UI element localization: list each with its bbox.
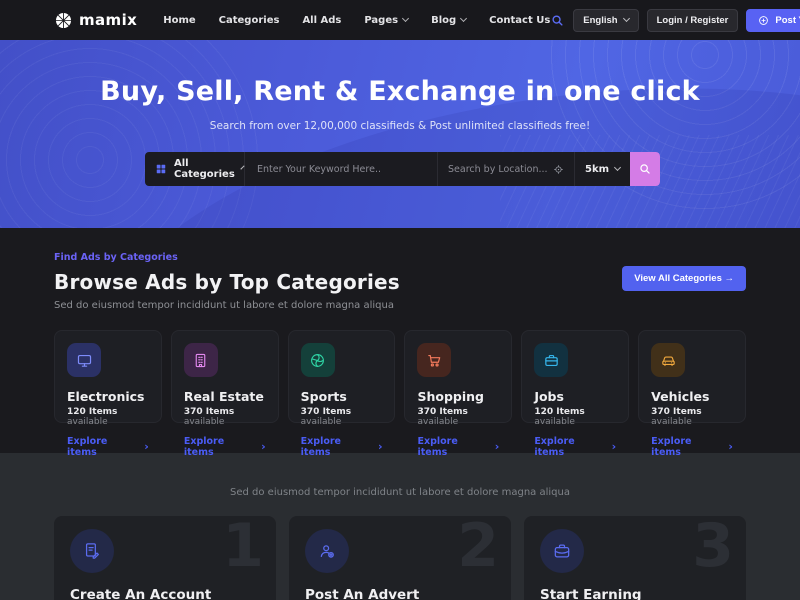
- item-count: 370 Items available: [417, 407, 499, 427]
- steps-row: 1 Create An Account Eiusmod tempor incid…: [54, 516, 746, 600]
- monitor-icon: [67, 343, 101, 377]
- explore-items-link[interactable]: Explore items›: [417, 436, 499, 458]
- chevron-down-icon: [623, 15, 630, 22]
- chevron-down-icon: [460, 15, 467, 22]
- search-submit-button[interactable]: [630, 152, 660, 186]
- explore-items-link[interactable]: Explore items›: [184, 436, 266, 458]
- logo[interactable]: mamix: [54, 11, 137, 30]
- keyword-field-wrap: [245, 152, 437, 186]
- search-icon[interactable]: [550, 13, 565, 28]
- step-title: Start Earning: [540, 587, 730, 600]
- category-card-real-estate[interactable]: Real Estate 370 Items available Explore …: [171, 330, 279, 423]
- briefcase-icon: [534, 343, 568, 377]
- location-field-wrap: [437, 152, 574, 186]
- hero-section: Buy, Sell, Rent & Exchange in one click …: [0, 40, 800, 228]
- page-root: mamix Home Categories All Ads Pages Blog…: [0, 0, 800, 600]
- explore-items-link[interactable]: Explore items›: [301, 436, 383, 458]
- item-count: 370 Items available: [184, 407, 266, 427]
- logo-icon: [54, 11, 73, 30]
- categories-header: Find Ads by Categories Browse Ads by Top…: [54, 252, 746, 311]
- chevron-down-icon: [614, 164, 621, 171]
- category-dropdown[interactable]: All Categories: [145, 152, 245, 186]
- grid-icon: [155, 163, 167, 175]
- nav-right-controls: English Login / Register Post Your Ad: [550, 9, 800, 32]
- keyword-input[interactable]: [257, 164, 425, 175]
- login-register-button[interactable]: Login / Register: [647, 9, 739, 32]
- hero-search-bar: All Categories 5km: [145, 152, 660, 186]
- nav-item-home[interactable]: Home: [163, 15, 195, 26]
- logo-text: mamix: [79, 11, 137, 29]
- category-card-shopping[interactable]: Shopping 370 Items available Explore ite…: [404, 330, 512, 423]
- nav-item-pages[interactable]: Pages: [364, 15, 408, 26]
- step-title: Post An Advert: [305, 587, 495, 600]
- item-count: 120 Items available: [67, 407, 149, 427]
- item-count: 120 Items available: [534, 407, 616, 427]
- nav-links: Home Categories All Ads Pages Blog Conta…: [163, 15, 550, 26]
- plus-circle-icon: [758, 15, 769, 26]
- explore-items-link[interactable]: Explore items›: [651, 436, 733, 458]
- category-card-jobs[interactable]: Jobs 120 Items available Explore items›: [521, 330, 629, 423]
- categories-section: Find Ads by Categories Browse Ads by Top…: [0, 228, 800, 453]
- nav-item-categories[interactable]: Categories: [219, 15, 280, 26]
- chevron-right-icon: ›: [261, 441, 266, 452]
- nav-item-contact-us[interactable]: Contact Us: [489, 15, 550, 26]
- categories-eyebrow: Find Ads by Categories: [54, 252, 400, 263]
- person-plus-icon: [305, 529, 349, 573]
- category-card-sports[interactable]: Sports 370 Items available Explore items…: [288, 330, 396, 423]
- step-number: 1: [222, 516, 264, 576]
- nav-item-blog[interactable]: Blog: [431, 15, 466, 26]
- category-cards-row: Electronics 120 Items available Explore …: [54, 330, 746, 423]
- post-your-ad-button[interactable]: Post Your Ad: [746, 9, 800, 32]
- chevron-right-icon: ›: [612, 441, 617, 452]
- item-count: 370 Items available: [651, 407, 733, 427]
- step-number: 2: [457, 516, 499, 576]
- crosshair-icon[interactable]: [553, 164, 564, 175]
- radius-dropdown[interactable]: 5km: [574, 152, 630, 186]
- chevron-right-icon: ›: [378, 441, 383, 452]
- categories-title: Browse Ads by Top Categories: [54, 270, 400, 294]
- chevron-right-icon: ›: [728, 441, 733, 452]
- how-it-works-section: Sed do eiusmod tempor incididunt ut labo…: [0, 453, 800, 600]
- step-card-post-advert[interactable]: 2 Post An Advert Eiusmod tempor incididu…: [289, 516, 511, 600]
- chevron-down-icon: [402, 15, 409, 22]
- step-number: 3: [692, 516, 734, 576]
- step-card-start-earning[interactable]: 3 Start Earning Eiusmod tempor incididun…: [524, 516, 746, 600]
- item-count: 370 Items available: [301, 407, 383, 427]
- categories-subtitle: Sed do eiusmod tempor incididunt ut labo…: [54, 300, 400, 311]
- chevron-down-icon: [240, 165, 244, 169]
- chevron-right-icon: ›: [495, 441, 500, 452]
- top-navbar: mamix Home Categories All Ads Pages Blog…: [0, 0, 800, 40]
- view-all-categories-button[interactable]: View All Categories →: [622, 266, 746, 291]
- category-card-vehicles[interactable]: Vehicles 370 Items available Explore ite…: [638, 330, 746, 423]
- hero-subtitle: Search from over 12,00,000 classifieds &…: [0, 120, 800, 132]
- building-icon: [184, 343, 218, 377]
- ball-icon: [301, 343, 335, 377]
- car-icon: [651, 343, 685, 377]
- language-dropdown[interactable]: English: [573, 9, 638, 32]
- category-card-electronics[interactable]: Electronics 120 Items available Explore …: [54, 330, 162, 423]
- cart-icon: [417, 343, 451, 377]
- step-card-create-account[interactable]: 1 Create An Account Eiusmod tempor incid…: [54, 516, 276, 600]
- how-it-works-subtitle: Sed do eiusmod tempor incididunt ut labo…: [54, 487, 746, 498]
- hero-title: Buy, Sell, Rent & Exchange in one click: [0, 40, 800, 107]
- search-icon: [638, 162, 652, 176]
- nav-item-all-ads[interactable]: All Ads: [302, 15, 341, 26]
- document-pen-icon: [70, 529, 114, 573]
- location-input[interactable]: [448, 164, 547, 175]
- step-title: Create An Account: [70, 587, 260, 600]
- chevron-right-icon: ›: [144, 441, 149, 452]
- explore-items-link[interactable]: Explore items›: [67, 436, 149, 458]
- explore-items-link[interactable]: Explore items›: [534, 436, 616, 458]
- briefcase-icon: [540, 529, 584, 573]
